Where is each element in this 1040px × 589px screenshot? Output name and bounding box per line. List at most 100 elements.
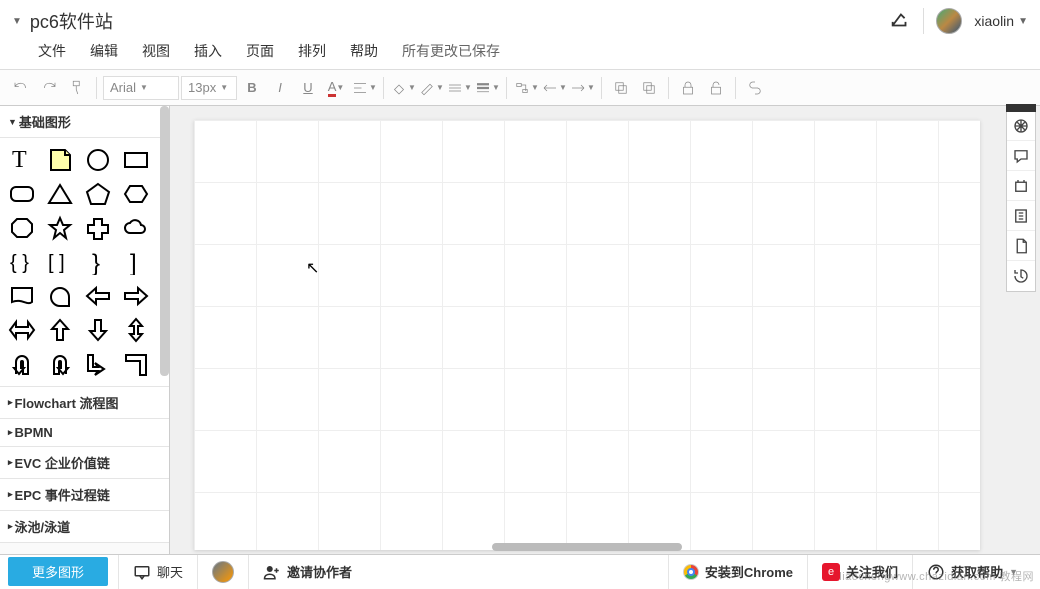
send-back-button[interactable]	[636, 75, 662, 101]
user-menu[interactable]: xiaolin ▼	[974, 13, 1028, 29]
header-right: xiaolin ▼	[889, 8, 1028, 34]
shape-brace-right[interactable]: }	[80, 246, 116, 278]
category-evc[interactable]: ▸EVC 企业价值链	[0, 447, 169, 479]
drawing-canvas[interactable]: ↖	[194, 120, 980, 550]
shape-document[interactable]	[4, 280, 40, 312]
shape-arrow-up[interactable]	[42, 314, 78, 346]
triangle-right-icon: ▸	[8, 397, 13, 408]
category-basic-shapes[interactable]: ▼基础图形	[0, 106, 169, 138]
shape-corner[interactable]	[118, 348, 154, 380]
document-title[interactable]: ▼ pc6软件站	[12, 8, 113, 34]
unlock-button[interactable]	[703, 75, 729, 101]
shape-uturn-right[interactable]	[42, 348, 78, 380]
shape-star[interactable]	[42, 212, 78, 244]
undo-button[interactable]	[8, 75, 34, 101]
menu-arrange[interactable]: 排列	[288, 37, 336, 65]
menu-file[interactable]: 文件	[28, 37, 76, 65]
shape-arrow-updown[interactable]	[118, 314, 154, 346]
chevron-down-icon: ▼	[12, 16, 22, 27]
arrow-end-button[interactable]: ▼	[569, 75, 595, 101]
footer-bar: 更多图形 聊天 邀请协作者 安装到Chrome e 关注我们 获取帮助 ▼	[0, 554, 1040, 588]
shape-corner-arrow[interactable]	[80, 348, 116, 380]
menu-help[interactable]: 帮助	[340, 37, 388, 65]
shape-pentagon[interactable]	[80, 178, 116, 210]
lock-button[interactable]	[675, 75, 701, 101]
separator	[383, 77, 384, 99]
svg-text:}: }	[92, 250, 100, 275]
more-shapes-button[interactable]: 更多图形	[8, 557, 108, 586]
footer-right: 安装到Chrome e 关注我们 获取帮助 ▼	[668, 555, 1032, 589]
collaborator-avatar-icon	[212, 561, 234, 583]
footer-follow[interactable]: e 关注我们	[807, 555, 912, 589]
bold-button[interactable]: B	[239, 75, 265, 101]
footer-invite[interactable]: 邀请协作者	[248, 555, 366, 589]
dock-navigator-button[interactable]	[1007, 111, 1035, 141]
shape-cross[interactable]	[80, 212, 116, 244]
horizontal-scrollbar[interactable]	[492, 543, 682, 551]
menu-insert[interactable]: 插入	[184, 37, 232, 65]
canvas-area[interactable]: ↖	[170, 106, 1040, 554]
category-flowchart[interactable]: ▸Flowchart 流程图	[0, 387, 169, 419]
font-select[interactable]: Arial▼	[103, 76, 179, 100]
shape-triangle[interactable]	[42, 178, 78, 210]
shape-bracket-right[interactable]: ]	[118, 246, 154, 278]
dock-page-button[interactable]	[1007, 171, 1035, 201]
menu-page[interactable]: 页面	[236, 37, 284, 65]
category-bpmn[interactable]: ▸BPMN	[0, 419, 169, 447]
menu-view[interactable]: 视图	[132, 37, 180, 65]
shape-rectangle[interactable]	[118, 144, 154, 176]
arrow-start-button[interactable]: ▼	[541, 75, 567, 101]
shape-octagon[interactable]	[4, 212, 40, 244]
align-button[interactable]: ▼	[351, 75, 377, 101]
italic-button[interactable]: I	[267, 75, 293, 101]
footer-help[interactable]: 获取帮助 ▼	[912, 555, 1032, 589]
category-epc[interactable]: ▸EPC 事件过程链	[0, 479, 169, 511]
share-icon[interactable]	[889, 9, 911, 34]
shape-teardrop[interactable]	[42, 280, 78, 312]
shape-hexagon[interactable]	[118, 178, 154, 210]
shape-brace-left[interactable]: { }	[4, 246, 40, 278]
line-style-button[interactable]: ▼	[446, 75, 472, 101]
font-size: 13px	[188, 80, 216, 95]
shape-arrow-leftright[interactable]	[4, 314, 40, 346]
separator	[668, 77, 669, 99]
line-color-button[interactable]: ▼	[418, 75, 444, 101]
link-button[interactable]	[742, 75, 768, 101]
redo-button[interactable]	[36, 75, 62, 101]
shape-arrow-right[interactable]	[118, 280, 154, 312]
font-size-select[interactable]: 13px▼	[181, 76, 237, 100]
shape-arrow-down[interactable]	[80, 314, 116, 346]
footer-install-chrome[interactable]: 安装到Chrome	[668, 555, 807, 589]
connector-button[interactable]: ▼	[513, 75, 539, 101]
bring-front-button[interactable]	[608, 75, 634, 101]
footer-chat[interactable]: 聊天	[118, 555, 197, 589]
shape-note[interactable]	[42, 144, 78, 176]
title-text: pc6软件站	[30, 8, 113, 34]
text-color-button[interactable]: A▼	[323, 75, 349, 101]
dock-metrics-button[interactable]	[1007, 201, 1035, 231]
underline-button[interactable]: U	[295, 75, 321, 101]
shape-bracket-left[interactable]: [ ]	[42, 246, 78, 278]
triangle-right-icon: ▸	[8, 427, 13, 438]
shape-circle[interactable]	[80, 144, 116, 176]
category-pool[interactable]: ▸泳池/泳道	[0, 511, 169, 543]
line-width-button[interactable]: ▼	[474, 75, 500, 101]
dock-history-button[interactable]	[1007, 261, 1035, 291]
shape-arrow-left[interactable]	[80, 280, 116, 312]
shape-rounded-rect[interactable]	[4, 178, 40, 210]
shape-cloud[interactable]	[118, 212, 154, 244]
chrome-icon	[683, 564, 699, 580]
user-avatar[interactable]	[936, 8, 962, 34]
fill-color-button[interactable]: ▼	[390, 75, 416, 101]
shape-text[interactable]: T	[4, 144, 40, 176]
dock-document-button[interactable]	[1007, 231, 1035, 261]
sidebar-scrollbar[interactable]	[160, 106, 169, 376]
format-paint-button[interactable]	[64, 75, 90, 101]
separator	[601, 77, 602, 99]
dock-comment-button[interactable]	[1007, 141, 1035, 171]
menu-edit[interactable]: 编辑	[80, 37, 128, 65]
footer-collaborator-avatar[interactable]	[197, 555, 248, 589]
shape-uturn-left[interactable]	[4, 348, 40, 380]
footer-label: 关注我们	[846, 562, 898, 581]
chevron-down-icon: ▼	[1009, 567, 1018, 577]
